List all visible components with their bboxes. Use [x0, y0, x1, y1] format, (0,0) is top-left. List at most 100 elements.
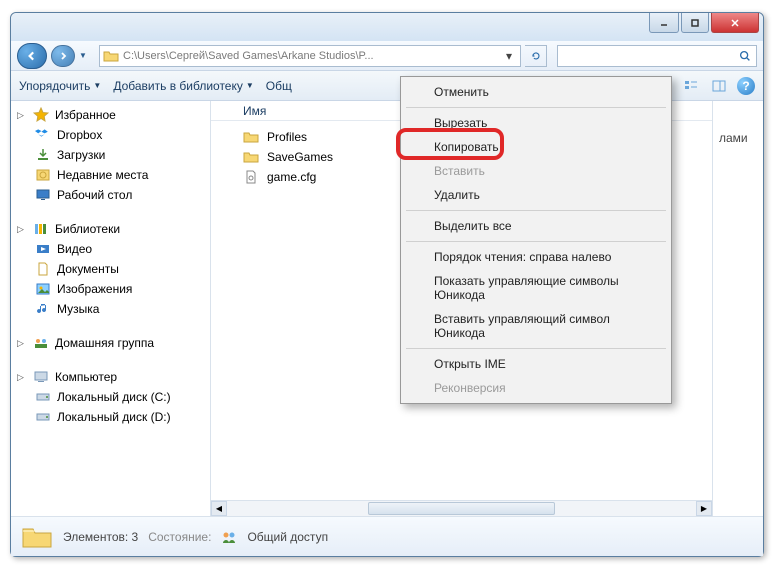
- address-bar[interactable]: ▾: [99, 45, 521, 67]
- maximize-button[interactable]: [681, 13, 709, 33]
- status-count: Элементов: 3: [63, 530, 138, 544]
- sidebar-item-pictures[interactable]: Изображения: [11, 279, 210, 299]
- organize-label: Упорядочить: [19, 79, 90, 93]
- back-button[interactable]: [17, 43, 47, 69]
- sidebar: ▷ Избранное Dropbox Загрузки Недавние ме…: [11, 101, 211, 516]
- ctx-cut[interactable]: Вырезать: [404, 111, 668, 135]
- sidebar-item-label: Документы: [57, 262, 119, 276]
- nav-history-dropdown[interactable]: ▼: [79, 51, 91, 60]
- video-icon: [35, 241, 51, 257]
- sidebar-item-music[interactable]: Музыка: [11, 299, 210, 319]
- ctx-select-all[interactable]: Выделить все: [404, 214, 668, 238]
- music-icon: [35, 301, 51, 317]
- ctx-insert-unicode[interactable]: Вставить управляющий символ Юникода: [404, 307, 668, 345]
- sidebar-computer[interactable]: ▷ Компьютер: [11, 367, 210, 387]
- sidebar-item-desktop[interactable]: Рабочий стол: [11, 185, 210, 205]
- preview-text: лами: [719, 131, 748, 145]
- scroll-thumb[interactable]: [368, 502, 556, 515]
- scroll-left-button[interactable]: ◀: [211, 501, 227, 516]
- sidebar-item-label: Загрузки: [57, 148, 105, 162]
- folder-icon: [103, 48, 119, 64]
- sidebar-item-label: Локальный диск (C:): [57, 390, 171, 404]
- ctx-rtl[interactable]: Порядок чтения: справа налево: [404, 245, 668, 269]
- sidebar-computer-group: ▷ Компьютер Локальный диск (C:) Локальны…: [11, 367, 210, 427]
- ctx-paste[interactable]: Вставить: [404, 159, 668, 183]
- ctx-delete[interactable]: Удалить: [404, 183, 668, 207]
- ctx-undo[interactable]: Отменить: [404, 80, 668, 104]
- search-input[interactable]: [562, 49, 738, 63]
- status-bar: Элементов: 3 Состояние: Общий доступ: [11, 516, 763, 556]
- toolbar-right: ?: [681, 76, 755, 96]
- folder-large-icon: [21, 521, 53, 553]
- horizontal-scrollbar[interactable]: ◀ ▶: [211, 500, 712, 516]
- address-input[interactable]: [123, 50, 501, 62]
- sidebar-item-label: Изображения: [57, 282, 132, 296]
- help-button[interactable]: ?: [737, 77, 755, 95]
- computer-icon: [33, 369, 49, 385]
- file-name: SaveGames: [267, 150, 333, 164]
- ctx-separator: [406, 348, 666, 349]
- ctx-separator: [406, 241, 666, 242]
- share-menu[interactable]: Общ: [266, 79, 292, 93]
- ctx-reconvert[interactable]: Реконверсия: [404, 376, 668, 400]
- folder-icon: [243, 129, 259, 145]
- sidebar-favorites[interactable]: ▷ Избранное: [11, 105, 210, 125]
- sidebar-homegroup[interactable]: ▷ Домашняя группа: [11, 333, 210, 353]
- sidebar-item-drive-d[interactable]: Локальный диск (D:): [11, 407, 210, 427]
- file-name: game.cfg: [267, 170, 316, 184]
- sidebar-item-downloads[interactable]: Загрузки: [11, 145, 210, 165]
- downloads-icon: [35, 147, 51, 163]
- status-state-label: Состояние:: [148, 530, 211, 544]
- sidebar-item-videos[interactable]: Видео: [11, 239, 210, 259]
- homegroup-label: Домашняя группа: [55, 336, 154, 350]
- minimize-button[interactable]: [649, 13, 679, 33]
- folder-icon: [243, 149, 259, 165]
- search-icon: [738, 49, 752, 63]
- window-buttons: [647, 13, 759, 33]
- sidebar-item-dropbox[interactable]: Dropbox: [11, 125, 210, 145]
- sidebar-item-drive-c[interactable]: Локальный диск (C:): [11, 387, 210, 407]
- forward-button[interactable]: [51, 45, 75, 67]
- recent-icon: [35, 167, 51, 183]
- address-dropdown-icon[interactable]: ▾: [501, 49, 517, 63]
- sidebar-item-documents[interactable]: Документы: [11, 259, 210, 279]
- sidebar-item-recent[interactable]: Недавние места: [11, 165, 210, 185]
- libraries-label: Библиотеки: [55, 222, 120, 236]
- search-box[interactable]: [557, 45, 757, 67]
- expand-icon: ▷: [17, 338, 27, 349]
- sidebar-item-label: Видео: [57, 242, 92, 256]
- pictures-icon: [35, 281, 51, 297]
- sidebar-libraries[interactable]: ▷ Библиотеки: [11, 219, 210, 239]
- expand-icon: ▷: [17, 224, 27, 235]
- ctx-show-unicode[interactable]: Показать управляющие символы Юникода: [404, 269, 668, 307]
- dropbox-icon: [35, 127, 51, 143]
- document-icon: [35, 261, 51, 277]
- share-label: Общ: [266, 79, 292, 93]
- share-icon: [221, 529, 237, 545]
- sidebar-libraries-group: ▷ Библиотеки Видео Документы Изображения…: [11, 219, 210, 319]
- preview-pane: лами: [713, 101, 763, 516]
- view-mode-button[interactable]: [681, 76, 701, 96]
- close-button[interactable]: [711, 13, 759, 33]
- scroll-right-button[interactable]: ▶: [696, 501, 712, 516]
- file-name: Profiles: [267, 130, 307, 144]
- sidebar-item-label: Музыка: [57, 302, 99, 316]
- add-to-library-menu[interactable]: Добавить в библиотеку▼: [113, 79, 253, 93]
- organize-menu[interactable]: Упорядочить▼: [19, 79, 101, 93]
- sidebar-item-label: Недавние места: [57, 168, 148, 182]
- file-icon: [243, 169, 259, 185]
- sidebar-item-label: Рабочий стол: [57, 188, 132, 202]
- preview-pane-button[interactable]: [709, 76, 729, 96]
- sidebar-homegroup-group: ▷ Домашняя группа: [11, 333, 210, 353]
- favorites-label: Избранное: [55, 108, 116, 122]
- expand-icon: ▷: [17, 110, 27, 121]
- ctx-copy[interactable]: Копировать: [404, 135, 668, 159]
- refresh-button[interactable]: [525, 45, 547, 67]
- homegroup-icon: [33, 335, 49, 351]
- add-library-label: Добавить в библиотеку: [113, 79, 243, 93]
- ctx-open-ime[interactable]: Открыть IME: [404, 352, 668, 376]
- titlebar: [11, 13, 763, 41]
- chevron-down-icon: ▼: [246, 81, 254, 90]
- scroll-track[interactable]: [227, 501, 696, 516]
- sidebar-item-label: Dropbox: [57, 128, 102, 142]
